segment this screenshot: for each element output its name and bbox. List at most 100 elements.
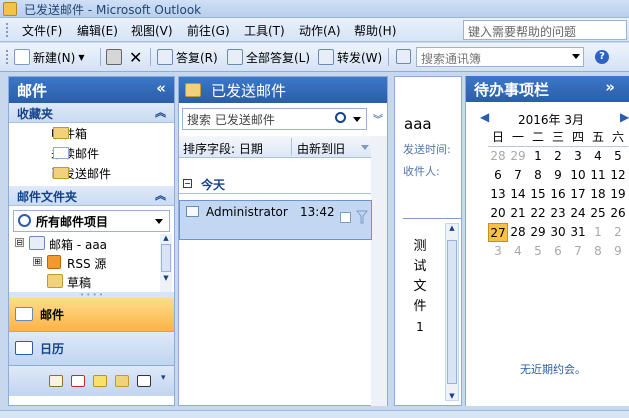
scroll-down-icon[interactable]: ▼ [160,274,172,282]
contacts-icon[interactable] [49,375,63,387]
help-icon[interactable]: ? [595,50,609,64]
menu-file[interactable]: 文件(F) [22,22,62,39]
print-button[interactable] [106,48,122,66]
scroll-down-icon[interactable]: ▼ [446,392,458,400]
chevron-down-icon[interactable] [155,219,163,224]
calendar-day[interactable]: 13 [488,185,508,204]
arrange-by-field[interactable]: 排序字段: 日期 [183,140,263,157]
calendar-day[interactable]: 18 [588,185,608,204]
reading-pane-scrollbar[interactable]: ▲ ▼ [445,223,459,401]
calendar-day[interactable]: 28 [508,223,528,242]
calendar-day[interactable]: 22 [528,204,548,223]
calendar-day[interactable]: 8 [588,242,608,261]
calendar-day[interactable]: 24 [568,204,588,223]
calendar-day[interactable]: 21 [508,204,528,223]
message-list-scrollbar[interactable] [371,136,387,406]
nav-mail-button[interactable]: 邮件 [9,298,174,332]
folder-list-icon[interactable] [115,375,129,387]
collapse-todo-icon[interactable]: » [605,78,615,96]
calendar-day[interactable]: 2 [548,147,568,166]
calendar-day[interactable]: 27 [488,223,508,242]
calendar-day[interactable]: 9 [608,242,628,261]
toolbar-grip-handle[interactable] [6,50,9,64]
calendar-day[interactable]: 6 [548,242,568,261]
collapse-group-icon[interactable]: − [183,179,192,188]
menu-help[interactable]: 帮助(H) [354,22,396,39]
address-book-icon[interactable] [396,49,411,64]
search-address-book-input[interactable]: 搜索通讯簿 [416,47,584,67]
previous-month-icon[interactable]: ◀ [480,110,489,124]
calendar-day[interactable]: 2 [608,223,628,242]
expand-tree-icon[interactable]: ⊞ [33,257,42,266]
scroll-up-icon[interactable]: ▲ [446,224,458,232]
menu-view[interactable]: 视图(V) [131,22,173,39]
chevron-up-icon[interactable]: ︽ [155,104,166,120]
calendar-day[interactable]: 5 [608,147,628,166]
calendar-day[interactable]: 26 [608,204,628,223]
calendar-day[interactable]: 23 [548,204,568,223]
chevron-down-icon[interactable] [572,54,580,59]
notes-icon[interactable] [93,375,107,387]
menu-edit[interactable]: 编辑(E) [77,22,118,39]
folder-tree-scrollbar[interactable]: ▲ ▼ [160,234,172,292]
chevron-down-icon[interactable] [353,117,361,122]
shortcuts-icon[interactable] [137,375,151,387]
tree-item-drafts[interactable]: 草稿 [9,272,174,291]
folder-search-input[interactable]: 搜索 已发送邮件 [182,108,367,130]
calendar-day[interactable]: 25 [588,204,608,223]
calendar-day[interactable]: 9 [548,166,568,185]
new-button[interactable]: 新建(N) ▼ [14,48,85,66]
calendar-day[interactable]: 31 [568,223,588,242]
chevron-down-icon[interactable] [361,145,369,150]
menu-go[interactable]: 前往(G) [187,22,230,39]
calendar-day[interactable]: 16 [548,185,568,204]
calendar-day[interactable]: 10 [568,166,588,185]
calendar-day[interactable]: 4 [588,147,608,166]
calendar-day[interactable]: 29 [508,147,528,166]
favorites-section-header[interactable]: 收藏夹 ︽ [9,103,174,123]
new-dropdown-icon[interactable]: ▼ [78,53,84,62]
calendar-day[interactable]: 12 [608,166,628,185]
mail-folders-section-header[interactable]: 邮件文件夹 ︽ [9,186,174,206]
chevron-up-icon[interactable]: ︽ [155,187,166,203]
calendar-day[interactable]: 11 [588,166,608,185]
calendar-day[interactable]: 7 [508,166,528,185]
nav-calendar-button[interactable]: 日历 [9,332,174,366]
sort-order[interactable]: 由新到旧 [297,140,345,157]
calendar-day[interactable]: 14 [508,185,528,204]
menu-grip-handle[interactable] [6,23,9,37]
calendar-day[interactable]: 1 [528,147,548,166]
group-header-today[interactable]: − 今天 [179,176,371,194]
calendar-day[interactable]: 3 [488,242,508,261]
configure-buttons-icon[interactable]: ▾ [161,373,166,383]
favorite-inbox[interactable]: 收件箱 [9,123,174,143]
calendar-day[interactable]: 4 [508,242,528,261]
calendar-day[interactable]: 1 [588,223,608,242]
reply-all-button[interactable]: 全部答复(L) [227,48,310,66]
menu-actions[interactable]: 动作(A) [299,22,341,39]
message-row[interactable]: Administrator 13:42 [179,200,372,240]
tree-item-rss-feeds[interactable]: ⊞ RSS 源 [9,253,174,272]
forward-button[interactable]: 转发(W) [318,48,382,66]
calendar-day[interactable]: 19 [608,185,628,204]
calendar-day[interactable]: 8 [528,166,548,185]
calendar-day[interactable]: 28 [488,147,508,166]
scroll-up-icon[interactable]: ▲ [160,234,172,242]
calendar-day[interactable]: 6 [488,166,508,185]
scroll-thumb[interactable] [161,244,171,272]
delete-button[interactable]: ✕ [129,48,142,67]
tree-item-mailbox[interactable]: ⊟ 邮箱 - aaa [9,234,174,253]
calendar-day[interactable]: 30 [548,223,568,242]
favorite-unread-mail[interactable]: 未读邮件 [9,143,174,163]
flag-icon[interactable] [356,210,368,224]
search-icon[interactable] [335,112,346,123]
next-month-icon[interactable]: ▶ [620,110,629,124]
calendar-day[interactable]: 5 [528,242,548,261]
calendar-day[interactable]: 7 [568,242,588,261]
category-box-icon[interactable] [340,212,351,223]
collapse-tree-icon[interactable]: ⊟ [15,238,24,247]
all-mail-items-dropdown[interactable]: 所有邮件项目 [13,210,170,232]
favorite-sent-items[interactable]: 已发送邮件 [9,163,174,183]
menu-tools[interactable]: 工具(T) [244,22,285,39]
expand-query-builder-icon[interactable]: ︾ [373,111,383,126]
